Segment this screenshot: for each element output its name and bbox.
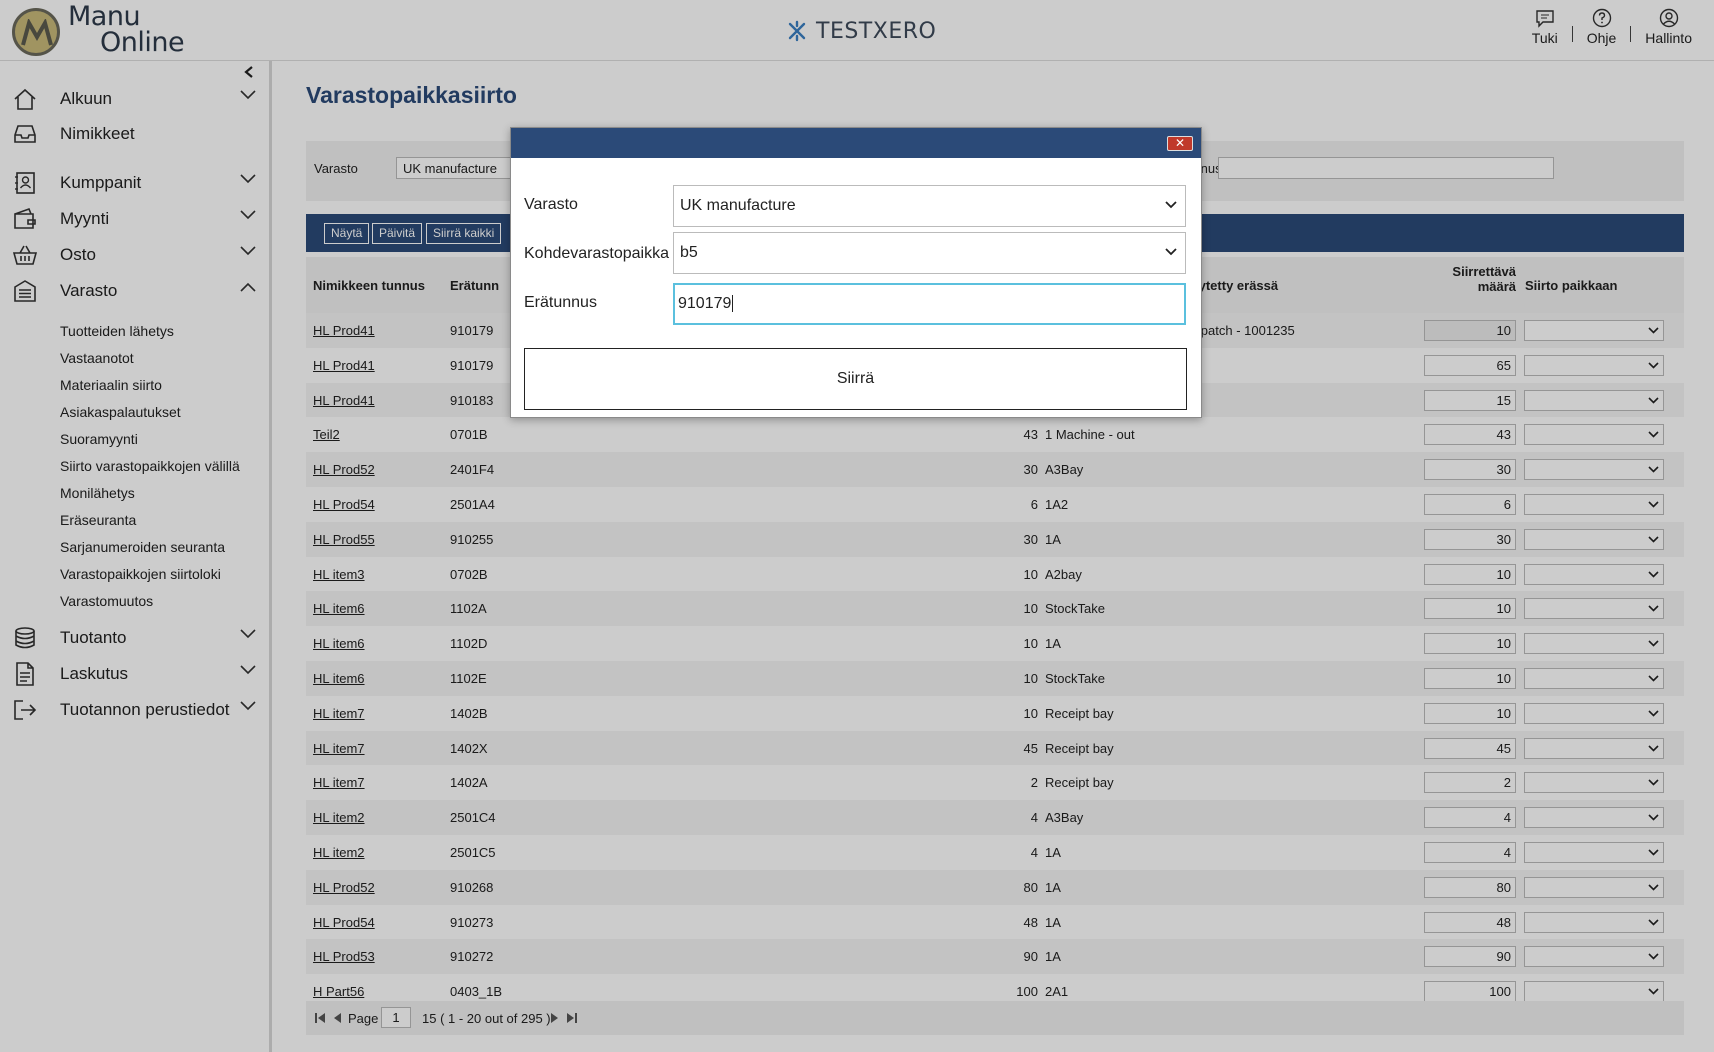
dialog-target-location-select[interactable]: b5 [673, 232, 1186, 274]
move-button[interactable]: Siirrä [524, 348, 1187, 410]
chevron-down-icon [1165, 201, 1177, 209]
move-location-dialog: ✕ Varasto UK manufacture Kohdevarastopai… [510, 127, 1202, 418]
dialog-target-location-label: Kohdevarastopaikka [524, 245, 669, 262]
dialog-warehouse-label: Varasto [524, 196, 578, 213]
dialog-batch-input[interactable]: 910179 [673, 283, 1186, 325]
chevron-down-icon [1165, 248, 1177, 256]
text-cursor [732, 295, 734, 312]
close-icon[interactable]: ✕ [1167, 136, 1193, 151]
dialog-warehouse-select[interactable]: UK manufacture [673, 185, 1186, 227]
dialog-titlebar: ✕ [511, 128, 1201, 158]
dialog-warehouse-value: UK manufacture [680, 197, 796, 214]
dialog-target-location-value: b5 [680, 244, 698, 261]
dialog-batch-label: Erätunnus [524, 294, 597, 311]
dialog-batch-value: 910179 [678, 295, 732, 312]
